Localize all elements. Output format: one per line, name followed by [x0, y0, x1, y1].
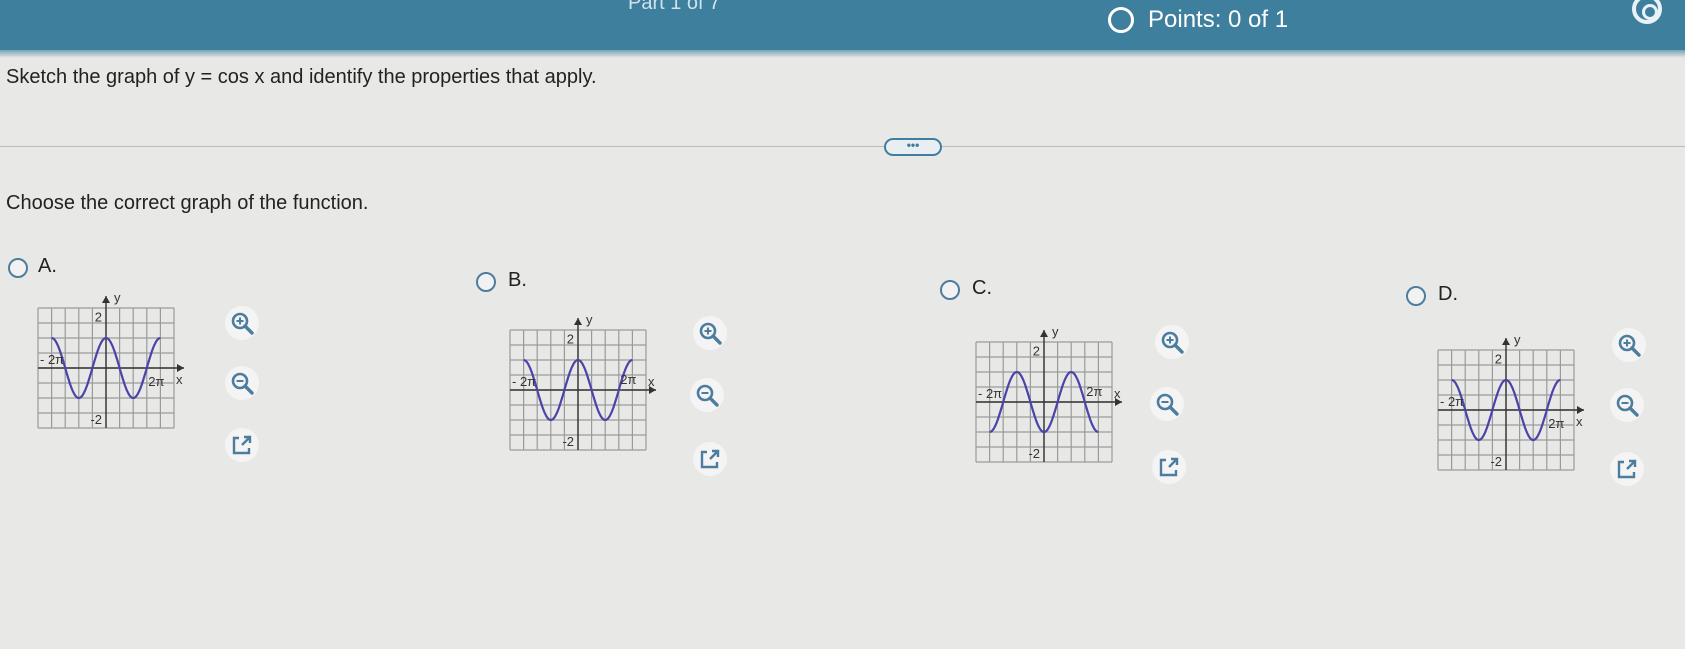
- graph-svg: y x 2 -2 - 2π 2π: [37, 290, 184, 429]
- radio-option-a[interactable]: [8, 258, 28, 278]
- option-c-label: C.: [972, 277, 992, 299]
- x-axis-label: x: [1114, 386, 1121, 401]
- tick-x-right: 2π: [1086, 384, 1102, 399]
- tick-y-bottom: -2: [1490, 454, 1502, 469]
- graph-option-b: y x 2 -2 - 2π 2π: [509, 312, 656, 455]
- y-axis-arrow: [1040, 330, 1048, 337]
- graph-svg: y x 2 -2 - 2π 2π: [509, 312, 656, 451]
- tick-x-right: 2π: [1548, 416, 1564, 431]
- x-axis-label: x: [1576, 414, 1583, 429]
- tick-x-left: - 2π: [978, 386, 1002, 401]
- tick-y-bottom: -2: [90, 412, 102, 427]
- external-link-icon[interactable]: [1152, 450, 1186, 484]
- gear-icon[interactable]: [1632, 0, 1662, 24]
- tick-y-top: 2: [567, 332, 574, 347]
- y-axis-arrow: [574, 318, 582, 325]
- zoom-out-icon[interactable]: [1150, 387, 1184, 421]
- x-axis-label: x: [648, 374, 655, 389]
- graph-option-a: y x 2 -2 - 2π 2π: [37, 290, 184, 433]
- zoom-out-icon[interactable]: [225, 366, 259, 400]
- zoom-out-icon[interactable]: [690, 378, 724, 412]
- graph-option-c: y x 2 -2 - 2π 2π: [975, 324, 1122, 467]
- tick-x-left: - 2π: [512, 374, 536, 389]
- instruction-text: Choose the correct graph of the function…: [6, 192, 369, 214]
- x-axis-label: x: [176, 372, 183, 387]
- external-link-icon[interactable]: [1610, 452, 1644, 486]
- graph-svg: y x 2 -2 - 2π 2π: [1437, 332, 1584, 471]
- tick-x-left: - 2π: [40, 352, 64, 367]
- tick-y-top: 2: [1033, 344, 1040, 359]
- graph-option-d: y x 2 -2 - 2π 2π: [1437, 332, 1584, 475]
- y-axis-arrow: [102, 296, 110, 303]
- x-axis-arrow: [177, 364, 184, 372]
- divider: [0, 146, 1685, 147]
- option-a-label: A.: [38, 255, 57, 277]
- points-indicator: Points: 0 of 1: [1108, 6, 1288, 34]
- x-axis-arrow: [1577, 406, 1584, 414]
- radio-option-b[interactable]: [476, 272, 496, 292]
- option-b-label: B.: [508, 269, 527, 291]
- tick-y-bottom: -2: [562, 434, 574, 449]
- external-link-icon[interactable]: [693, 442, 727, 476]
- points-label: Points: 0 of 1: [1148, 6, 1289, 33]
- tick-y-top: 2: [1495, 352, 1502, 367]
- external-link-icon[interactable]: [225, 428, 259, 462]
- radio-option-d[interactable]: [1406, 286, 1426, 306]
- tick-x-left: - 2π: [1440, 394, 1464, 409]
- y-axis-label: y: [586, 312, 593, 327]
- zoom-in-icon[interactable]: [1612, 328, 1646, 362]
- y-axis-label: y: [1052, 324, 1059, 339]
- points-circle-icon: [1108, 7, 1134, 33]
- option-d-label: D.: [1438, 283, 1458, 305]
- tick-x-right: 2π: [620, 372, 636, 387]
- question-prompt: Sketch the graph of y = cos x and identi…: [6, 66, 597, 88]
- tick-y-top: 2: [95, 310, 102, 325]
- radio-option-c[interactable]: [940, 280, 960, 300]
- more-button[interactable]: •••: [884, 138, 942, 156]
- zoom-in-icon[interactable]: [693, 316, 727, 350]
- tick-y-bottom: -2: [1028, 446, 1040, 461]
- y-axis-label: y: [114, 290, 121, 305]
- y-axis-label: y: [1514, 332, 1521, 347]
- zoom-in-icon[interactable]: [225, 306, 259, 340]
- top-bar-shadow: [0, 46, 1685, 58]
- zoom-out-icon[interactable]: [1610, 388, 1644, 422]
- part-label: Part 1 of 7: [628, 0, 721, 14]
- tick-x-right: 2π: [148, 374, 164, 389]
- graph-svg: y x 2 -2 - 2π 2π: [975, 324, 1122, 463]
- zoom-in-icon[interactable]: [1155, 325, 1189, 359]
- y-axis-arrow: [1502, 338, 1510, 345]
- top-bar: Part 1 of 7 Points: 0 of 1: [0, 0, 1685, 58]
